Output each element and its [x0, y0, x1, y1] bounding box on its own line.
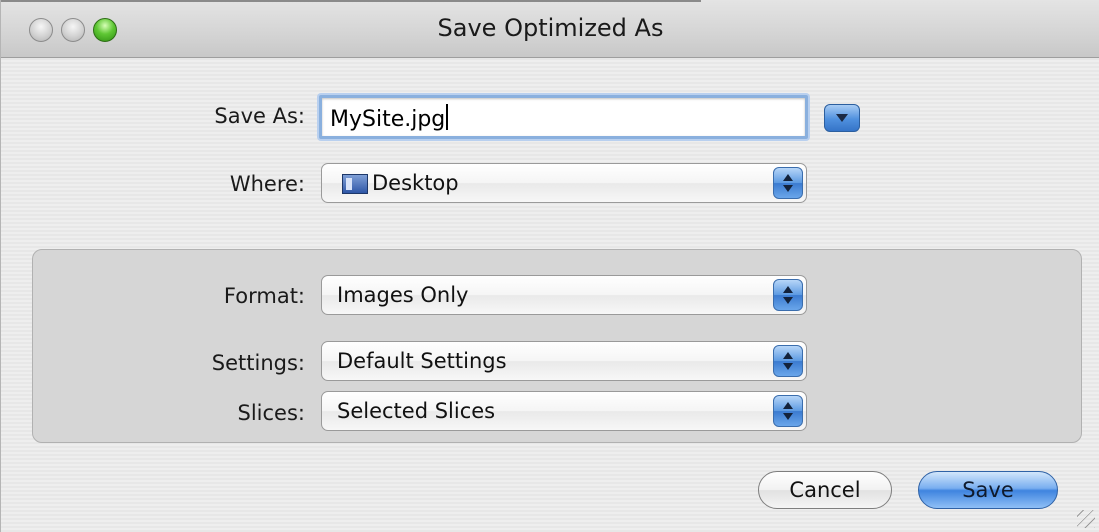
disclosure-triangle-icon — [836, 114, 848, 122]
desktop-folder-icon — [342, 174, 368, 194]
resize-grip-icon[interactable] — [1077, 510, 1095, 528]
settings-popup-value: Default Settings — [337, 349, 507, 373]
where-popup-value: Desktop — [372, 171, 459, 195]
text-caret — [446, 104, 449, 130]
popup-arrows-icon — [773, 345, 803, 377]
format-popup-value: Images Only — [337, 283, 469, 307]
settings-popup[interactable]: Default Settings — [321, 341, 807, 381]
settings-label: Settings: — [211, 351, 305, 375]
format-popup[interactable]: Images Only — [321, 275, 807, 315]
title-bar[interactable]: Save Optimized As — [1, 0, 1099, 58]
slices-popup[interactable]: Selected Slices — [321, 391, 807, 431]
save-as-input-value: MySite.jpg — [330, 107, 446, 132]
save-as-input[interactable]: MySite.jpg — [319, 95, 808, 139]
slices-label: Slices: — [237, 401, 305, 425]
title-bar-edge — [1, 0, 701, 2]
format-label: Format: — [223, 284, 305, 308]
expand-browser-button[interactable] — [824, 104, 860, 132]
save-dialog-window: Save Optimized As Save As: MySite.jpg Wh… — [0, 0, 1099, 532]
save-button[interactable]: Save — [918, 471, 1058, 509]
popup-arrows-icon — [773, 279, 803, 311]
save-as-label: Save As: — [214, 104, 305, 128]
cancel-button[interactable]: Cancel — [758, 471, 892, 509]
slices-popup-value: Selected Slices — [337, 399, 496, 423]
popup-arrows-icon — [773, 395, 803, 427]
window-title: Save Optimized As — [437, 14, 664, 42]
popup-arrows-icon — [773, 167, 803, 199]
where-label: Where: — [229, 172, 305, 196]
where-popup[interactable]: Desktop — [321, 163, 807, 203]
